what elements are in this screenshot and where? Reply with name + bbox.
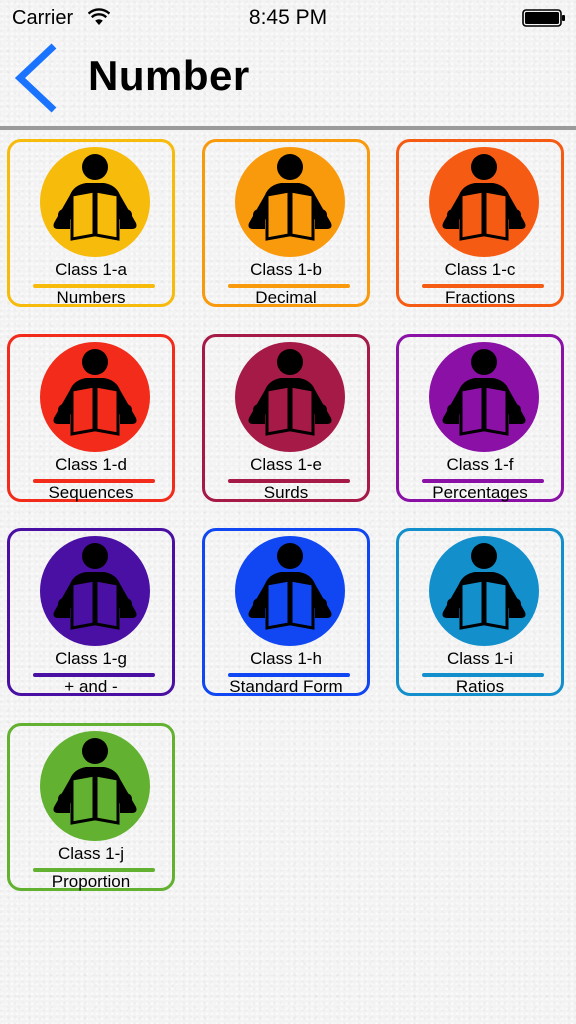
tile-class-label: Class 1-f <box>446 455 514 474</box>
tile-topic-label: Numbers <box>56 288 126 307</box>
class-tile[interactable]: Class 1-b Decimal <box>202 139 370 307</box>
tile-class-label: Class 1-b <box>250 260 322 279</box>
tile-topic-label: Sequences <box>48 483 134 502</box>
tile-topic-label: Standard Form <box>229 677 343 696</box>
header-divider <box>0 126 576 130</box>
tile-topic-label: Decimal <box>255 288 317 307</box>
class-tile[interactable]: Class 1-f Percentages <box>396 334 564 502</box>
tile-class-label: Class 1-a <box>55 260 127 279</box>
tile-class-label: Class 1-g <box>55 649 127 668</box>
reader-icon <box>429 147 539 257</box>
status-bar: Carrier 8:45 PM <box>0 0 576 38</box>
status-time: 8:45 PM <box>248 6 328 29</box>
reader-icon <box>40 147 150 257</box>
tile-class-label: Class 1-j <box>57 844 125 863</box>
tile-topic-label: + and - <box>64 677 118 696</box>
tile-class-label: Class 1-d <box>55 455 127 474</box>
reader-icon <box>429 536 539 646</box>
chevron-left-icon <box>14 43 57 113</box>
tile-class-label: Class 1-e <box>250 455 322 474</box>
class-tile[interactable]: Class 1-d Sequences <box>7 334 175 502</box>
reader-icon <box>235 536 345 646</box>
class-tile[interactable]: Class 1-i Ratios <box>396 528 564 696</box>
tile-topic-label: Surds <box>263 483 309 502</box>
reader-icon <box>40 536 150 646</box>
back-button[interactable] <box>8 40 64 116</box>
reader-icon <box>40 342 150 452</box>
tile-topic-label: Ratios <box>455 677 505 696</box>
reader-icon <box>40 731 150 841</box>
battery-icon <box>522 9 565 27</box>
class-tile[interactable]: Class 1-h Standard Form <box>202 528 370 696</box>
reader-icon <box>235 342 345 452</box>
tile-class-label: Class 1-h <box>250 649 322 668</box>
tile-class-label: Class 1-c <box>444 260 516 279</box>
class-tile[interactable]: Class 1-e Surds <box>202 334 370 502</box>
tile-class-label: Class 1-i <box>446 649 514 668</box>
page-title: Number <box>88 52 250 99</box>
reader-icon <box>429 342 539 452</box>
tile-topic-label: Percentages <box>432 483 528 502</box>
tile-topic-label: Proportion <box>51 872 131 891</box>
class-tile[interactable]: Class 1-a Numbers <box>7 139 175 307</box>
class-tile[interactable]: Class 1-j Proportion <box>7 723 175 891</box>
class-tile[interactable]: Class 1-c Fractions <box>396 139 564 307</box>
class-tile[interactable]: Class 1-g + and - <box>7 528 175 696</box>
navigation-bar: Number <box>0 38 576 126</box>
tile-topic-label: Fractions <box>445 288 515 307</box>
reader-icon <box>235 147 345 257</box>
